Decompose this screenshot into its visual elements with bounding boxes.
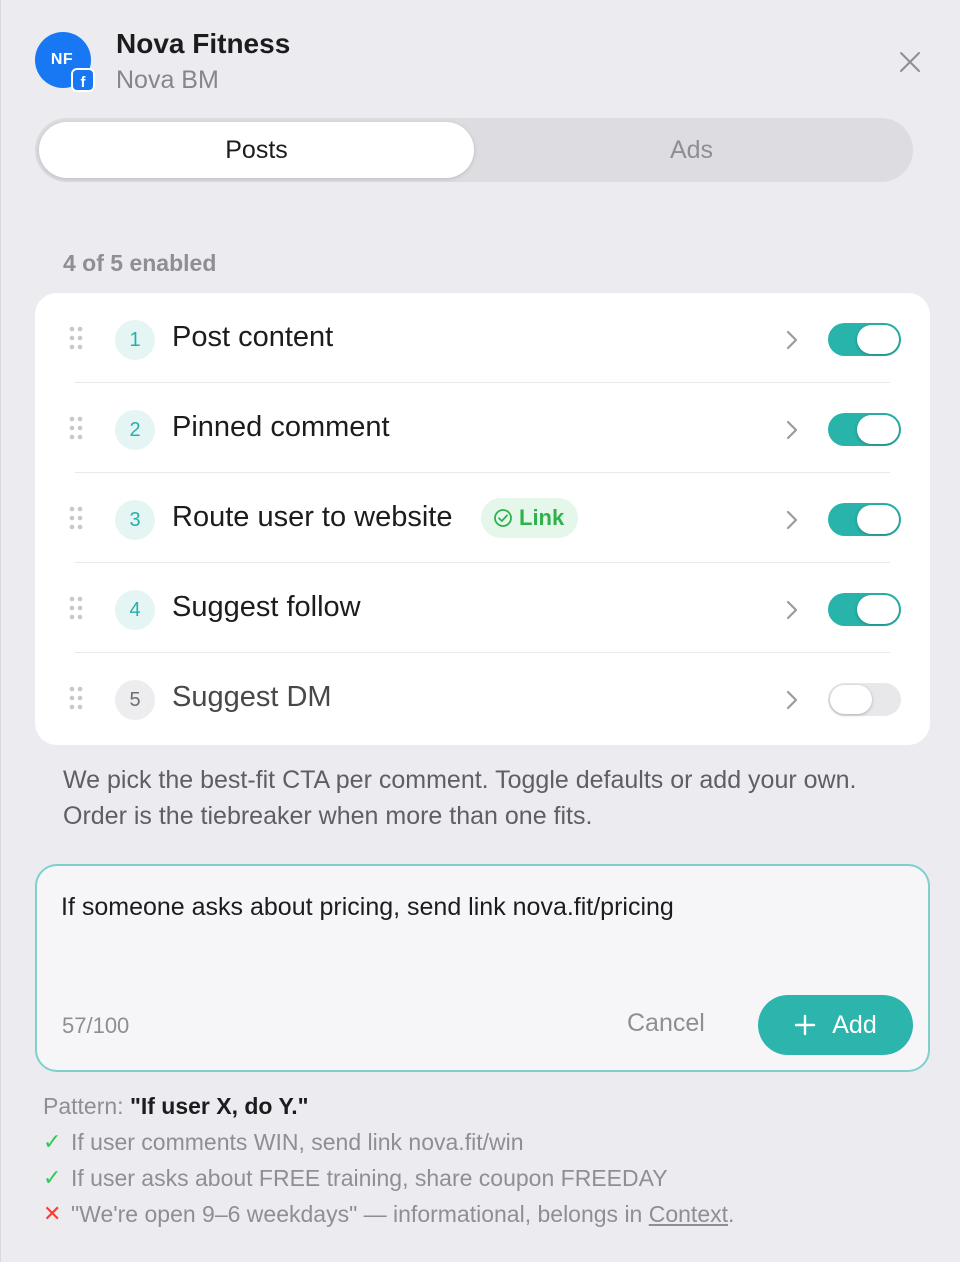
list-item: 4 Suggest follow	[35, 563, 930, 653]
pattern-prefix: Pattern:	[43, 1093, 124, 1119]
cta-number: 5	[115, 680, 155, 720]
drag-handle-icon[interactable]	[68, 596, 84, 620]
page-title: Nova Fitness	[116, 28, 291, 59]
enabled-count: 4 of 5 enabled	[63, 250, 217, 276]
check-icon: ✓	[43, 1129, 62, 1154]
chevron-right-icon[interactable]	[785, 599, 799, 621]
cta-toggle[interactable]	[828, 683, 901, 716]
toggle-knob	[857, 505, 899, 534]
add-button[interactable]: Add	[758, 995, 913, 1055]
cta-list: 1 Post content 2 Pinned comment 3 Route …	[35, 293, 930, 745]
toggle-knob	[857, 595, 899, 624]
drag-handle-icon[interactable]	[68, 686, 84, 710]
cross-icon: ✕	[43, 1201, 62, 1226]
page-subtitle: Nova BM	[116, 66, 219, 94]
tab-switcher: Posts Ads	[35, 118, 913, 182]
cta-toggle[interactable]	[828, 503, 901, 536]
chevron-right-icon[interactable]	[785, 689, 799, 711]
check-icon: ✓	[43, 1165, 62, 1190]
context-link[interactable]: Context	[649, 1201, 728, 1227]
facebook-icon: f	[71, 68, 95, 92]
good-example: ✓ If user asks about FREE training, shar…	[43, 1160, 943, 1196]
list-item: 2 Pinned comment	[35, 383, 930, 473]
good-example-text: If user asks about FREE training, share …	[71, 1165, 668, 1191]
cta-number: 4	[115, 590, 155, 630]
good-example: ✓ If user comments WIN, send link nova.f…	[43, 1124, 943, 1160]
chevron-right-icon[interactable]	[785, 509, 799, 531]
header: NF f Nova Fitness Nova BM	[35, 28, 930, 98]
list-item: 1 Post content	[35, 293, 930, 383]
pattern-format-text: "If user X, do Y."	[129, 1093, 309, 1119]
tab-posts[interactable]: Posts	[39, 122, 474, 178]
cta-settings-panel: NF f Nova Fitness Nova BM Posts Ads 4 of…	[0, 0, 960, 1262]
facebook-icon-letter: f	[80, 74, 86, 91]
pattern-format: Pattern: "If user X, do Y."	[43, 1088, 943, 1124]
check-circle-icon	[494, 509, 512, 527]
cta-number: 3	[115, 500, 155, 540]
drag-handle-icon[interactable]	[68, 416, 84, 440]
drag-handle-icon[interactable]	[68, 506, 84, 530]
cta-label: Suggest follow	[172, 591, 361, 623]
bad-example-body: "We're open 9–6 weekdays" — informationa…	[71, 1201, 643, 1227]
cta-label: Suggest DM	[172, 681, 332, 713]
cta-label: Route user to website	[172, 501, 453, 533]
link-badge: Link	[481, 498, 579, 538]
helper-text: We pick the best-fit CTA per comment. To…	[63, 766, 857, 830]
toggle-knob	[857, 415, 899, 444]
custom-cta-input[interactable]	[61, 890, 901, 970]
close-button[interactable]	[892, 44, 928, 80]
good-example-text: If user comments WIN, send link nova.fit…	[71, 1129, 524, 1155]
cancel-button[interactable]: Cancel	[627, 1009, 705, 1038]
toggle-knob	[830, 685, 872, 714]
chevron-right-icon[interactable]	[785, 329, 799, 351]
plus-icon	[795, 1014, 816, 1036]
cta-number: 2	[115, 410, 155, 450]
list-item: 5 Suggest DM	[35, 653, 930, 743]
avatar-initials: NF	[50, 50, 74, 68]
bad-example: ✕ "We're open 9–6 weekdays" — informatio…	[43, 1196, 943, 1232]
cta-label: Pinned comment	[172, 411, 390, 443]
cta-toggle[interactable]	[828, 323, 901, 356]
cta-toggle[interactable]	[828, 413, 901, 446]
chevron-right-icon[interactable]	[785, 419, 799, 441]
list-item: 3 Route user to website Link	[35, 473, 930, 563]
pattern-guide: Pattern: "If user X, do Y." ✓ If user co…	[43, 1088, 943, 1232]
char-count: 57/100	[62, 1013, 130, 1038]
bad-example-text: "We're open 9–6 weekdays" — informationa…	[71, 1196, 734, 1232]
custom-cta-editor: 57/100 Cancel Add	[35, 864, 930, 1072]
close-icon	[900, 52, 920, 72]
tab-ads[interactable]: Ads	[474, 122, 909, 178]
cta-toggle[interactable]	[828, 593, 901, 626]
cta-label: Post content	[172, 321, 334, 353]
bad-example-suffix: .	[728, 1201, 735, 1227]
cta-number: 1	[115, 320, 155, 360]
drag-handle-icon[interactable]	[68, 326, 84, 350]
add-button-label: Add	[832, 1010, 877, 1039]
toggle-knob	[857, 325, 899, 354]
link-badge-label: Link	[519, 505, 565, 530]
